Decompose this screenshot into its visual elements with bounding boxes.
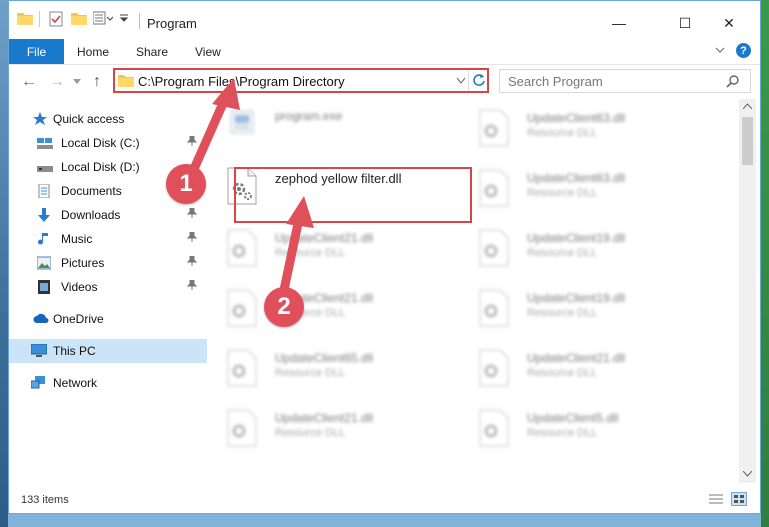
arrow-one [185,78,240,183]
step-two-badge: 2 [264,287,304,327]
step-one-badge: 1 [166,164,206,204]
arrow-two [279,196,314,295]
annotation-arrows [185,78,314,295]
